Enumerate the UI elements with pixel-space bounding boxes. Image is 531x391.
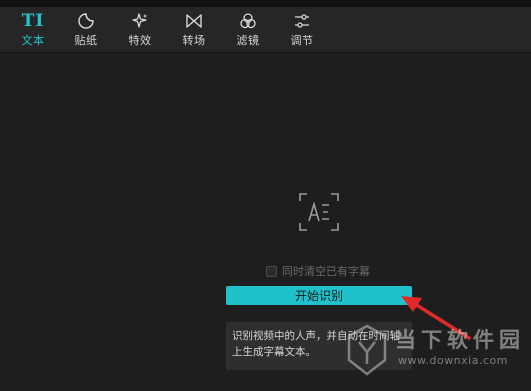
tab-effects[interactable]: 特效 [120,7,160,52]
tab-filter-label: 滤镜 [236,34,260,47]
tab-transition[interactable]: 转场 [174,7,214,52]
window-top-strip [0,0,531,7]
tab-adjust-label: 调节 [290,34,314,47]
tab-sticker-label: 贴纸 [74,34,98,47]
tab-text-label: 文本 [21,34,45,47]
tab-sticker[interactable]: 贴纸 [66,7,106,52]
adjust-sliders-icon [291,12,313,30]
auto-caption-icon [299,193,339,231]
filter-circles-icon [237,12,259,30]
sticker-icon [75,12,97,30]
tab-effects-label: 特效 [128,34,152,47]
clear-subtitles-label: 同时清空已有字幕 [282,265,370,278]
tab-adjust[interactable]: 调节 [282,7,322,52]
top-toolbar: TI 文本 贴纸 特效 转场 滤镜 调节 [0,7,531,53]
tab-text[interactable]: TI 文本 [13,7,53,52]
tab-filter[interactable]: 滤镜 [228,7,268,52]
watermark-title: 当下软件园 [395,328,525,352]
transition-bowtie-icon [183,12,205,30]
tab-transition-label: 转场 [182,34,206,47]
watermark-logo [347,324,387,376]
start-recognition-button[interactable]: 开始识别 [226,286,412,305]
watermark-url: www.downxia.com [398,354,508,367]
clear-subtitles-checkbox[interactable] [266,265,277,277]
sparkle-effect-icon [129,12,151,30]
text-ti-icon: TI [21,11,45,31]
clear-subtitles-option[interactable]: 同时清空已有字幕 [266,264,370,278]
